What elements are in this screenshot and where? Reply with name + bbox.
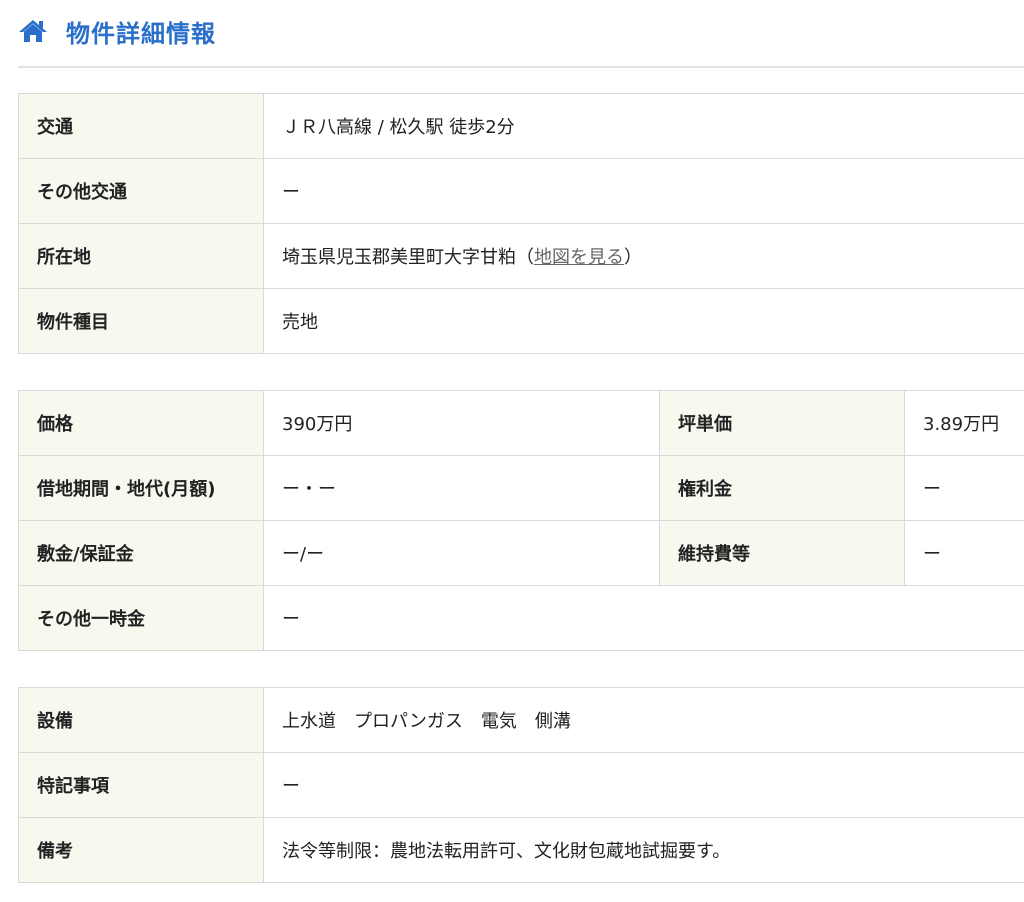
label-price-per-tsubo: 坪単価 <box>659 390 905 456</box>
value-price-per-tsubo: 3.89万円 <box>904 390 1024 456</box>
home-icon <box>18 19 48 43</box>
access-table: 交通 ＪＲ八高線 / 松久駅 徒歩2分 その他交通 ー 所在地 埼玉県児玉郡美里… <box>18 93 1024 354</box>
view-map-link[interactable]: 地図を見る <box>534 247 624 268</box>
table-row: 物件種目 売地 <box>18 288 1024 354</box>
label-location: 所在地 <box>18 223 264 289</box>
label-property-type: 物件種目 <box>18 288 264 354</box>
page-title: 物件詳細情報 <box>66 19 216 48</box>
value-remarks: 法令等制限：農地法転用許可、文化財包蔵地試掘要す。 <box>263 817 1024 883</box>
value-transport: ＪＲ八高線 / 松久駅 徒歩2分 <box>263 93 1024 159</box>
label-maintenance-fee: 維持費等 <box>659 520 905 586</box>
label-special-notes: 特記事項 <box>18 752 264 818</box>
table-row: 設備 上水道 プロパンガス 電気 側溝 <box>18 687 1024 753</box>
table-row: 価格 390万円 坪単価 3.89万円 <box>18 390 1024 456</box>
label-other-lump-sum: その他一時金 <box>18 585 264 651</box>
value-other-lump-sum: ー <box>263 585 1024 651</box>
table-row: 借地期間・地代(月額) ー・ー 権利金 ー <box>18 455 1024 521</box>
label-other-transport: その他交通 <box>18 158 264 224</box>
value-deposit: ー/ー <box>263 520 660 586</box>
label-lease-term-rent: 借地期間・地代(月額) <box>18 455 264 521</box>
table-row: 交通 ＪＲ八高線 / 松久駅 徒歩2分 <box>18 93 1024 159</box>
price-table: 価格 390万円 坪単価 3.89万円 借地期間・地代(月額) ー・ー 権利金 … <box>18 390 1024 651</box>
label-deposit: 敷金/保証金 <box>18 520 264 586</box>
table-row: 備考 法令等制限：農地法転用許可、文化財包蔵地試掘要す。 <box>18 817 1024 883</box>
table-row: その他一時金 ー <box>18 585 1024 651</box>
label-price: 価格 <box>18 390 264 456</box>
label-key-money: 権利金 <box>659 455 905 521</box>
value-maintenance-fee: ー <box>904 520 1024 586</box>
value-special-notes: ー <box>263 752 1024 818</box>
page-header: 物件詳細情報 <box>18 0 1024 62</box>
value-other-transport: ー <box>263 158 1024 224</box>
value-facilities: 上水道 プロパンガス 電気 側溝 <box>263 687 1024 753</box>
map-link-close-paren: ） <box>624 247 642 268</box>
table-row: 所在地 埼玉県児玉郡美里町大字甘粕（地図を見る） <box>18 223 1024 289</box>
header-divider <box>18 66 1024 68</box>
value-price: 390万円 <box>263 390 660 456</box>
value-lease-term-rent: ー・ー <box>263 455 660 521</box>
value-key-money: ー <box>904 455 1024 521</box>
value-location-cell: 埼玉県児玉郡美里町大字甘粕（地図を見る） <box>263 223 1024 289</box>
value-property-type: 売地 <box>263 288 1024 354</box>
label-transport: 交通 <box>18 93 264 159</box>
facilities-table: 設備 上水道 プロパンガス 電気 側溝 特記事項 ー 備考 法令等制限：農地法転… <box>18 687 1024 883</box>
label-facilities: 設備 <box>18 687 264 753</box>
map-link-open-paren: （ <box>516 247 534 268</box>
table-row: 敷金/保証金 ー/ー 維持費等 ー <box>18 520 1024 586</box>
table-row: その他交通 ー <box>18 158 1024 224</box>
table-row: 特記事項 ー <box>18 752 1024 818</box>
value-location: 埼玉県児玉郡美里町大字甘粕 <box>282 247 516 268</box>
label-remarks: 備考 <box>18 817 264 883</box>
